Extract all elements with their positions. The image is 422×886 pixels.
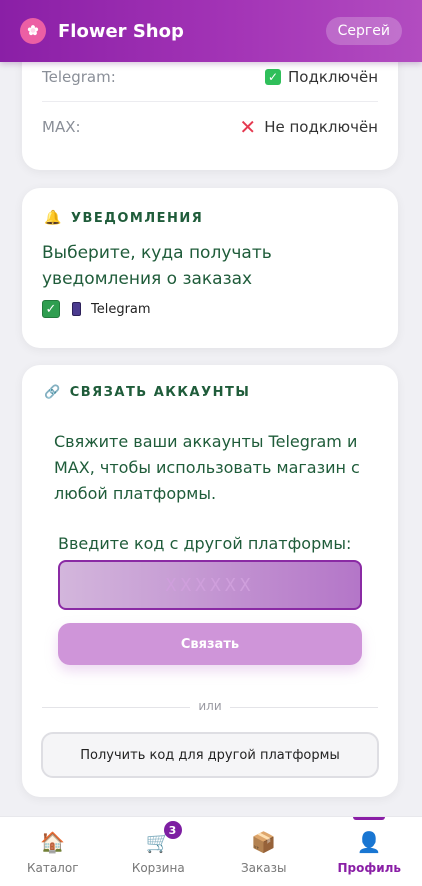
nav-item-catalog[interactable]: 🏠 Каталог bbox=[0, 817, 106, 886]
max-connection-status: ✕ Не подключён bbox=[239, 115, 378, 139]
max-status-text: Не подключён bbox=[264, 118, 378, 136]
notifications-card: 🔔 УВЕДОМЛЕНИЯ Выберите, куда получать ув… bbox=[22, 188, 398, 348]
nav-item-orders[interactable]: 📦 Заказы bbox=[211, 817, 317, 886]
user-profile-button[interactable]: Сергей bbox=[325, 17, 402, 45]
notifications-title: УВЕДОМЛЕНИЯ bbox=[70, 210, 204, 226]
divider-text: или bbox=[190, 699, 230, 713]
code-input[interactable] bbox=[58, 560, 362, 610]
max-connection-row: MAX: ✕ Не подключён bbox=[42, 102, 378, 152]
cross-icon: ✕ bbox=[239, 115, 257, 139]
cart-count-badge: 3 bbox=[163, 821, 182, 839]
home-icon: 🏠 bbox=[40, 830, 66, 854]
code-input-label: Введите код с другой платформы: bbox=[58, 534, 352, 553]
telegram-notify-option[interactable]: ✓ Telegram bbox=[42, 300, 151, 318]
telegram-notify-label: Telegram bbox=[91, 301, 151, 317]
flower-logo-icon: ✿ bbox=[20, 18, 46, 44]
telegram-notify-checkbox[interactable]: ✓ bbox=[42, 300, 60, 318]
nav-label-orders: Заказы bbox=[240, 861, 287, 875]
bell-icon: 🔔 bbox=[44, 210, 63, 226]
nav-label-profile: Профиль bbox=[337, 861, 402, 875]
app-title: Flower Shop bbox=[58, 20, 184, 42]
notifications-description: Выберите, куда получать уведомления о за… bbox=[42, 243, 272, 289]
link-accounts-description: Свяжите ваши аккаунты Telegram и MAX, чт… bbox=[54, 432, 360, 503]
nav-label-catalog: Каталог bbox=[26, 861, 79, 875]
telegram-status-text: Подключён bbox=[288, 67, 378, 86]
phone-icon bbox=[72, 302, 81, 316]
notifications-heading: 🔔 УВЕДОМЛЕНИЯ bbox=[44, 210, 203, 226]
link-accounts-title: СВЯЗАТЬ АККАУНТЫ bbox=[69, 385, 251, 400]
app-header: ✿ Flower Shop Сергей bbox=[0, 0, 422, 62]
link-accounts-card: 🔗 СВЯЗАТЬ АККАУНТЫ Свяжите ваши аккаунты… bbox=[22, 365, 398, 797]
telegram-connection-label: Telegram: bbox=[42, 67, 116, 86]
package-icon: 📦 bbox=[251, 830, 277, 854]
check-icon: ✓ bbox=[265, 68, 281, 85]
bottom-navigation: 🏠 Каталог 🛒 3 Корзина 📦 Заказы 👤 Профиль bbox=[0, 816, 422, 886]
nav-item-profile[interactable]: 👤 Профиль bbox=[317, 817, 422, 886]
max-connection-label: MAX: bbox=[42, 118, 81, 136]
link-accounts-heading: 🔗 СВЯЗАТЬ АККАУНТЫ bbox=[44, 385, 250, 400]
nav-label-cart: Корзина bbox=[131, 861, 185, 875]
user-icon: 👤 bbox=[356, 830, 382, 854]
bind-button[interactable]: Связать bbox=[58, 623, 362, 665]
nav-item-cart[interactable]: 🛒 3 Корзина bbox=[106, 817, 212, 886]
get-code-button[interactable]: Получить код для другой платформы bbox=[41, 732, 379, 778]
main-content: Telegram: ✓ Подключён MAX: ✕ Не подключё… bbox=[0, 0, 422, 816]
link-icon: 🔗 bbox=[44, 385, 62, 400]
telegram-connection-status: ✓ Подключён bbox=[265, 68, 378, 86]
